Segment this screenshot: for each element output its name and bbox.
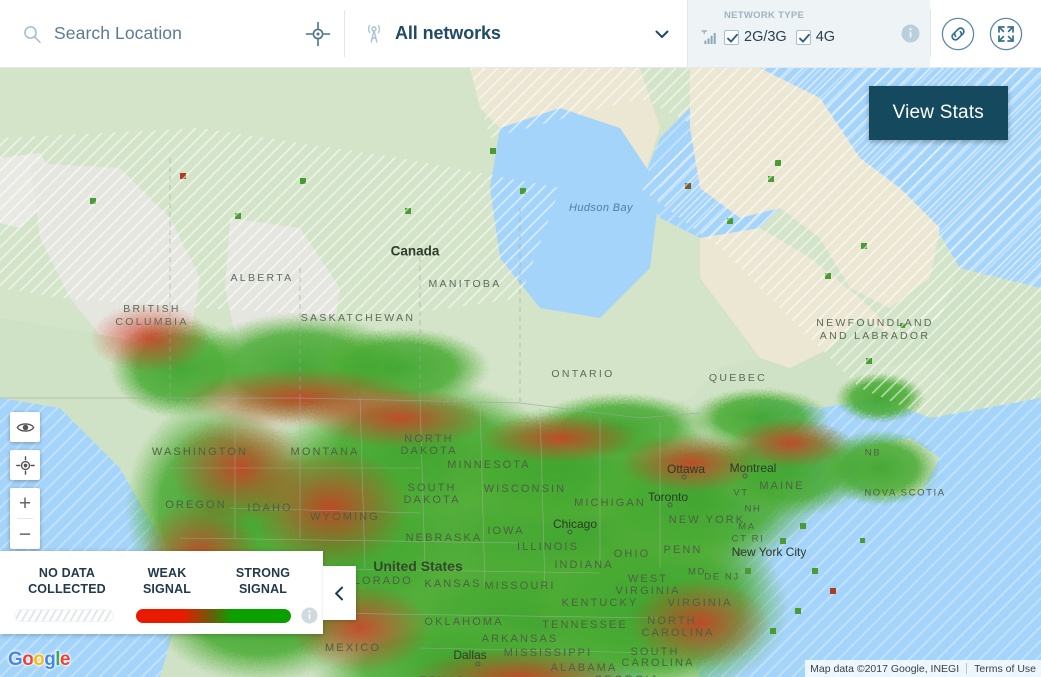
crosshair-target-icon[interactable] [305, 21, 331, 47]
checkbox-4g[interactable] [795, 29, 811, 45]
legend-label-no-data: NO DATA COLLECTED [8, 565, 126, 597]
info-circle-icon[interactable] [901, 24, 920, 43]
legend-strong-line1: STRONG [235, 566, 291, 580]
network-type-option-2g3g[interactable]: 2G/3G [724, 29, 787, 45]
legend-weak-line1: WEAK [147, 566, 187, 580]
toggle-visibility-button[interactable] [10, 412, 40, 442]
legend-no-data-line1: NO DATA [38, 566, 96, 580]
network-type-filter: NETWORK TYPE 2G/3G 4G [688, 0, 930, 67]
zoom-out-button[interactable]: − [10, 519, 40, 549]
map-data-text: Map data ©2017 Google, INEGI [810, 662, 960, 675]
zoom-in-button[interactable]: + [10, 488, 40, 518]
checkbox-4g-label: 4G [815, 29, 836, 45]
cell-tower-icon [363, 23, 385, 45]
share-link-button[interactable] [941, 17, 975, 51]
my-location-icon [15, 455, 35, 475]
legend-label-weak: WEAK SIGNAL [126, 565, 208, 597]
my-location-button[interactable] [10, 450, 40, 480]
legend-collapse-button[interactable] [323, 566, 356, 620]
network-type-option-4g[interactable]: 4G [795, 29, 836, 45]
legend-no-data-swatch [14, 609, 114, 622]
zoom-controls: + − [10, 488, 40, 549]
map-attribution: Map data ©2017 Google, INEGI Terms of Us… [805, 660, 1041, 677]
info-circle-icon[interactable] [301, 607, 318, 624]
network-type-caption: NETWORK TYPE [724, 9, 805, 21]
signal-legend: NO DATA COLLECTED WEAK SIGNAL STRONG SIG… [0, 551, 323, 634]
chevron-down-icon[interactable] [652, 24, 672, 44]
network-selector-label: All networks [395, 23, 501, 43]
checkbox-2g3g[interactable] [724, 29, 739, 45]
view-stats-button[interactable]: View Stats [868, 86, 1008, 140]
search-icon [22, 24, 42, 44]
legend-bars [0, 597, 323, 624]
attribution-divider [966, 663, 968, 674]
coverage-map-app: Search Location All networks NETWORK TYP… [0, 0, 1041, 677]
eye-icon [16, 422, 34, 432]
legend-signal-gradient [136, 608, 291, 623]
terms-of-use-link[interactable]: Terms of Use [974, 663, 1036, 675]
legend-weak-line2: SIGNAL [142, 582, 192, 596]
search-location-field[interactable]: Search Location [0, 0, 345, 67]
signal-bars-icon [700, 29, 717, 46]
legend-strong-line2: SIGNAL [238, 582, 288, 596]
fullscreen-button[interactable] [989, 17, 1023, 51]
app-header: Search Location All networks NETWORK TYP… [0, 0, 1041, 68]
coverage-map[interactable]: Canada United States Hudson Bay BRITISH COLU… [0, 68, 1041, 677]
map-controls: + − [10, 412, 40, 549]
checkbox-2g3g-label: 2G/3G [744, 29, 787, 45]
legend-label-strong: STRONG SIGNAL [208, 565, 318, 597]
legend-no-data-line2: COLLECTED [28, 582, 106, 596]
header-actions [930, 0, 1041, 67]
legend-labels: NO DATA COLLECTED WEAK SIGNAL STRONG SIG… [0, 565, 323, 597]
network-selector-dropdown[interactable]: All networks [345, 0, 688, 67]
chevron-left-icon [335, 586, 344, 600]
search-input[interactable]: Search Location [54, 23, 305, 44]
